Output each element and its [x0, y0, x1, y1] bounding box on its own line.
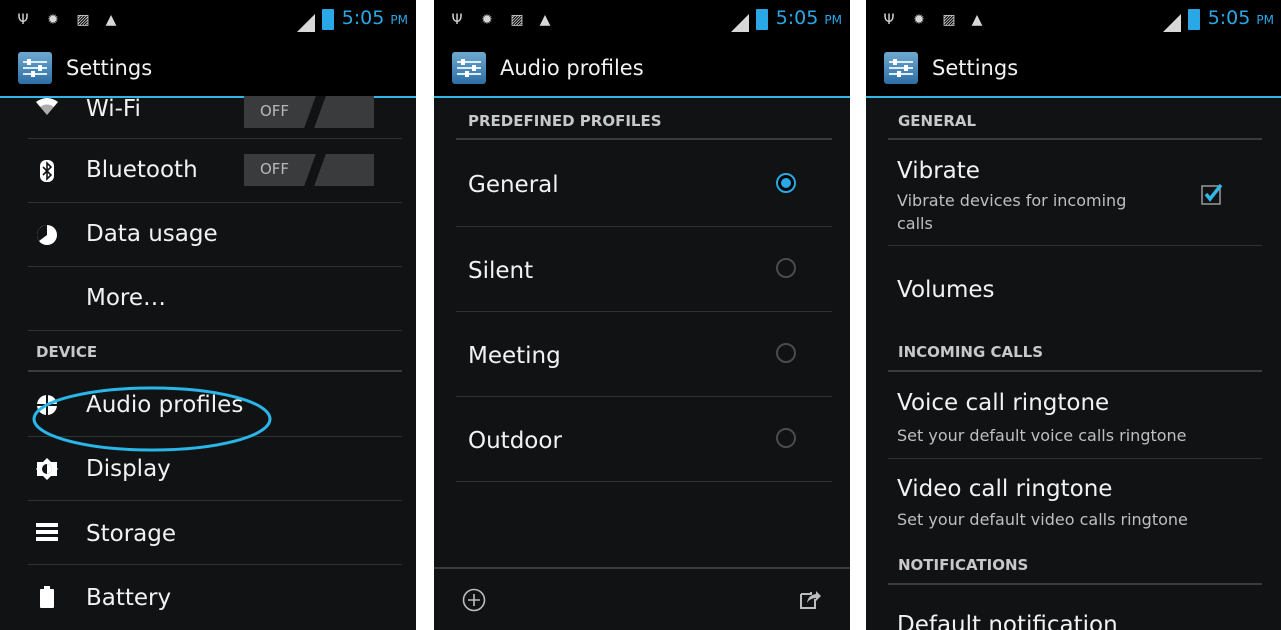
wifi-icon	[36, 98, 58, 120]
profile-item-silent[interactable]: Silent	[456, 226, 832, 312]
action-bar: Audio profiles	[434, 40, 850, 98]
battery-charging-icon	[322, 9, 334, 30]
profile-radio[interactable]	[776, 343, 796, 363]
signal-icon	[1163, 14, 1181, 32]
battery-charging-icon	[756, 9, 768, 30]
image-notification-icon: ▨	[510, 12, 524, 28]
setting-subtitle: Set your default voice calls ringtone	[897, 426, 1187, 445]
profile-radio[interactable]	[776, 428, 796, 448]
settings-item-more[interactable]: More…	[28, 266, 402, 331]
battery-icon	[36, 586, 58, 608]
warning-icon: ▲	[971, 12, 983, 28]
section-header-predefined-profiles: PREDEFINED PROFILES	[468, 112, 662, 130]
settings-item-data-usage[interactable]: Data usage	[28, 202, 402, 267]
audio-profiles-screen: Ψ ✹ ▨ ▲ 5:05 PM Audio profiles PREDEFINE…	[434, 0, 850, 630]
setting-title: Volumes	[897, 277, 995, 303]
settings-item-label: Display	[86, 456, 171, 482]
signal-icon	[297, 14, 315, 32]
setting-volumes[interactable]: Volumes	[888, 245, 1262, 333]
action-bar: Settings	[866, 40, 1281, 98]
toggle-label: OFF	[260, 160, 290, 178]
setting-subtitle-cont: calls	[897, 214, 933, 233]
profile-label: Outdoor	[468, 428, 562, 454]
settings-screen: Ψ ✹ ▨ ▲ 5:05 PM Settings Wi-Fi OFF Bluet…	[0, 0, 416, 630]
profile-item-meeting[interactable]: Meeting	[456, 311, 832, 397]
settings-item-storage[interactable]: Storage	[28, 500, 402, 565]
section-header-device: DEVICE	[36, 343, 98, 361]
share-icon[interactable]	[798, 587, 822, 611]
profile-radio[interactable]	[776, 258, 796, 278]
image-notification-icon: ▨	[76, 12, 90, 28]
profile-item-outdoor[interactable]: Outdoor	[456, 396, 832, 482]
signal-icon	[731, 14, 749, 32]
settings-item-label: Bluetooth	[86, 157, 198, 183]
setting-default-notification[interactable]: Default notification	[888, 585, 1262, 630]
settings-item-label: Battery	[86, 585, 172, 611]
bottom-action-bar	[434, 569, 850, 630]
settings-app-icon[interactable]	[884, 52, 918, 84]
add-icon[interactable]	[462, 588, 486, 612]
display-icon	[36, 458, 58, 480]
setting-subtitle: Vibrate devices for incoming	[897, 191, 1127, 210]
settings-app-icon[interactable]	[452, 52, 486, 84]
setting-subtitle: Set your default video calls ringtone	[897, 510, 1188, 529]
vibrate-checkbox[interactable]	[1200, 182, 1224, 206]
action-bar: Settings	[0, 40, 416, 98]
page-title: Settings	[66, 56, 153, 80]
android-debug-icon: ✹	[913, 12, 925, 28]
usb-icon: Ψ	[883, 12, 895, 28]
section-header-notifications: NOTIFICATIONS	[898, 556, 1029, 574]
settings-item-label: Storage	[86, 521, 176, 547]
bluetooth-toggle[interactable]: OFF	[244, 154, 374, 186]
profile-label: Silent	[468, 258, 534, 284]
settings-item-label: Wi-Fi	[86, 96, 141, 122]
storage-icon	[36, 522, 58, 544]
settings-item-wifi[interactable]: Wi-Fi OFF	[28, 96, 402, 139]
profile-label: General	[468, 172, 559, 198]
setting-vibrate[interactable]: Vibrate Vibrate devices for incoming cal…	[888, 140, 1262, 246]
setting-voice-call-ringtone[interactable]: Voice call ringtone Set your default voi…	[888, 372, 1262, 459]
profile-label: Meeting	[468, 343, 561, 369]
android-debug-icon: ✹	[481, 12, 493, 28]
warning-icon: ▲	[539, 12, 551, 28]
bluetooth-icon	[36, 160, 58, 182]
setting-title: Default notification	[897, 612, 1118, 630]
highlight-ellipse	[32, 386, 272, 452]
status-bar: Ψ ✹ ▨ ▲ 5:05 PM	[866, 0, 1281, 40]
setting-title: Vibrate	[897, 158, 980, 184]
wifi-toggle[interactable]: OFF	[244, 96, 374, 128]
status-bar: Ψ ✹ ▨ ▲ 5:05 PM	[0, 0, 416, 40]
setting-title: Voice call ringtone	[897, 390, 1110, 416]
sound-settings-screen: Ψ ✹ ▨ ▲ 5:05 PM Settings GENERAL Vibrate…	[866, 0, 1281, 630]
page-title: Settings	[932, 56, 1019, 80]
data-usage-icon	[36, 224, 58, 246]
setting-video-call-ringtone[interactable]: Video call ringtone Set your default vid…	[888, 458, 1262, 544]
usb-icon: Ψ	[17, 12, 29, 28]
settings-item-label: Data usage	[86, 221, 218, 247]
battery-charging-icon	[1188, 9, 1200, 30]
settings-app-icon[interactable]	[18, 52, 52, 84]
toggle-label: OFF	[260, 102, 290, 120]
settings-item-bluetooth[interactable]: Bluetooth OFF	[28, 138, 402, 203]
section-header-incoming-calls: INCOMING CALLS	[898, 343, 1044, 361]
image-notification-icon: ▨	[942, 12, 956, 28]
section-header-general: GENERAL	[898, 112, 977, 130]
status-time: 5:05 PM	[1207, 7, 1274, 29]
android-debug-icon: ✹	[47, 12, 59, 28]
profile-item-general[interactable]: General	[456, 140, 832, 227]
status-time: 5:05 PM	[341, 7, 408, 29]
setting-title: Video call ringtone	[897, 476, 1113, 502]
profile-radio-selected[interactable]	[776, 173, 796, 193]
status-bar: Ψ ✹ ▨ ▲ 5:05 PM	[434, 0, 850, 40]
usb-icon: Ψ	[451, 12, 463, 28]
warning-icon: ▲	[105, 12, 117, 28]
status-time: 5:05 PM	[775, 7, 842, 29]
settings-item-label: More…	[86, 285, 167, 311]
settings-item-battery[interactable]: Battery	[28, 564, 402, 628]
page-title: Audio profiles	[500, 56, 644, 80]
